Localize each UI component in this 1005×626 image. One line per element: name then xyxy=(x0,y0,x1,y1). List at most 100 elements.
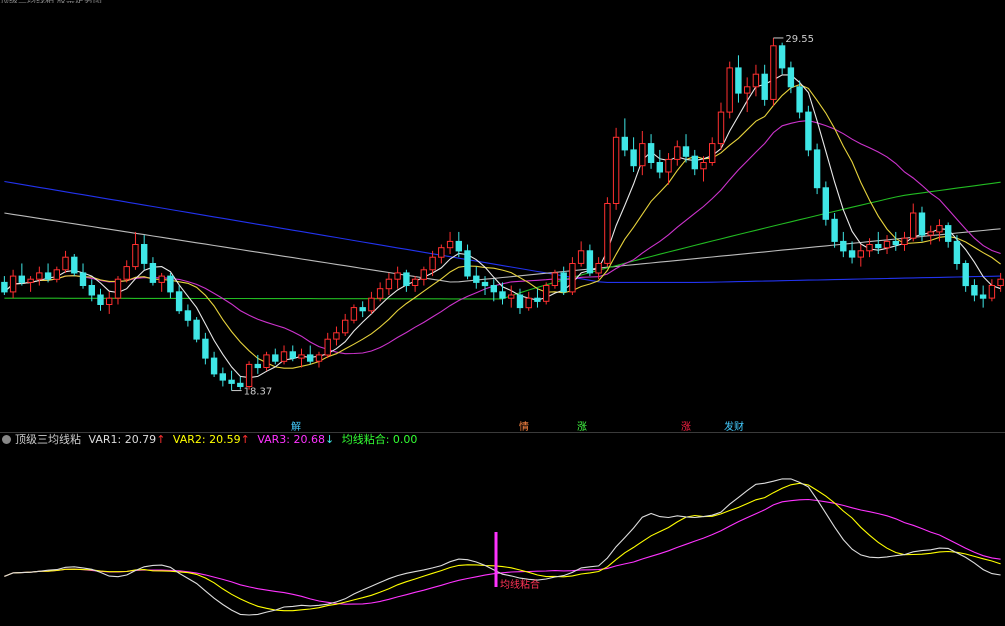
ma-20-line xyxy=(4,120,1001,355)
candle xyxy=(237,377,244,390)
candle-body xyxy=(289,351,297,359)
candle xyxy=(79,263,87,289)
candle-body xyxy=(44,272,52,280)
candle xyxy=(988,279,996,302)
candle-body xyxy=(53,269,60,280)
candle xyxy=(534,288,541,308)
candle-body xyxy=(298,354,305,359)
candle-body xyxy=(132,244,139,268)
candle-body xyxy=(612,136,620,204)
candle-body xyxy=(508,294,515,299)
candle xyxy=(464,244,471,280)
candle-body xyxy=(883,240,891,249)
candle xyxy=(385,272,393,295)
candle xyxy=(359,301,366,318)
candle xyxy=(298,348,305,368)
candle-body xyxy=(534,297,541,302)
candle xyxy=(280,345,288,365)
candle xyxy=(508,285,515,308)
candle-body xyxy=(167,275,174,293)
candle-body xyxy=(875,244,882,249)
candle-body xyxy=(368,297,375,312)
candle-body xyxy=(403,272,410,286)
candle xyxy=(175,285,183,314)
candle xyxy=(272,348,279,365)
candle xyxy=(27,276,34,292)
candle-body xyxy=(674,146,681,160)
main-price-chart[interactable]: 29.55 18.37 解 情 涨 涨 发财 xyxy=(0,0,1005,432)
candle xyxy=(141,235,148,270)
candle-body xyxy=(577,250,585,264)
candle-body xyxy=(438,247,445,258)
candle-body xyxy=(394,272,401,280)
candle-body xyxy=(709,143,716,164)
candle-body xyxy=(595,263,602,274)
candle-body xyxy=(918,212,926,236)
candle xyxy=(132,231,139,270)
candle-body xyxy=(805,111,812,151)
candle-body xyxy=(158,275,165,283)
candle xyxy=(778,42,786,75)
candle-body xyxy=(350,307,358,321)
candle xyxy=(44,263,52,283)
candle-body xyxy=(796,86,803,113)
candle xyxy=(245,361,253,390)
candle-body xyxy=(840,240,847,252)
candle-body xyxy=(778,45,786,69)
candle-body xyxy=(604,203,611,264)
candle xyxy=(927,225,934,245)
candle-body xyxy=(953,240,961,264)
candle xyxy=(499,282,506,305)
indicator-chart[interactable]: 均线粘合 xyxy=(0,446,1005,626)
candle-body xyxy=(700,162,707,170)
candle xyxy=(796,80,803,119)
candle xyxy=(368,291,375,314)
candle xyxy=(411,276,419,292)
candle-body xyxy=(752,73,760,88)
candle xyxy=(158,272,165,292)
candle xyxy=(979,285,987,308)
candle-body xyxy=(630,149,637,167)
candle-body xyxy=(726,67,733,113)
ma-5-line xyxy=(4,74,1001,379)
candle xyxy=(682,134,690,163)
candle xyxy=(18,263,26,286)
candle xyxy=(202,332,209,365)
candle-body xyxy=(543,285,550,302)
candle-body xyxy=(141,244,148,264)
candle-body xyxy=(569,263,576,293)
candle xyxy=(9,269,17,299)
candle-body xyxy=(945,225,952,242)
candle xyxy=(342,313,349,336)
candle-body xyxy=(971,285,978,296)
candle xyxy=(263,351,270,371)
candle-body xyxy=(411,278,419,287)
var3-arrow: ↓ xyxy=(325,433,335,446)
candle xyxy=(543,282,550,305)
candle-body xyxy=(446,240,454,249)
high-price-label: 29.55 xyxy=(785,34,814,45)
indicator-header: 顶级三均线粘 VAR1: 20.79↑ VAR2: 20.59↑ VAR3: 2… xyxy=(0,433,1005,446)
candle-body xyxy=(175,291,183,312)
candle-body xyxy=(831,218,838,242)
candle-body xyxy=(848,250,856,258)
candle-body xyxy=(551,272,559,286)
candle-body xyxy=(691,155,698,170)
candle xyxy=(875,231,882,254)
candle xyxy=(761,64,768,106)
candle-body xyxy=(586,250,594,274)
low-price-label: 18.37 xyxy=(244,387,273,398)
convergence-signal-bar xyxy=(494,532,498,587)
candle-body xyxy=(79,272,87,286)
candle xyxy=(726,61,733,119)
candle xyxy=(656,149,663,179)
candle xyxy=(962,260,969,292)
candle xyxy=(770,37,777,106)
candle-body xyxy=(315,354,323,362)
candle-body xyxy=(88,285,95,296)
candle xyxy=(193,317,200,343)
candle xyxy=(805,105,812,157)
var2-line xyxy=(4,482,1001,612)
collapse-icon[interactable] xyxy=(2,435,11,444)
candle xyxy=(971,279,978,302)
